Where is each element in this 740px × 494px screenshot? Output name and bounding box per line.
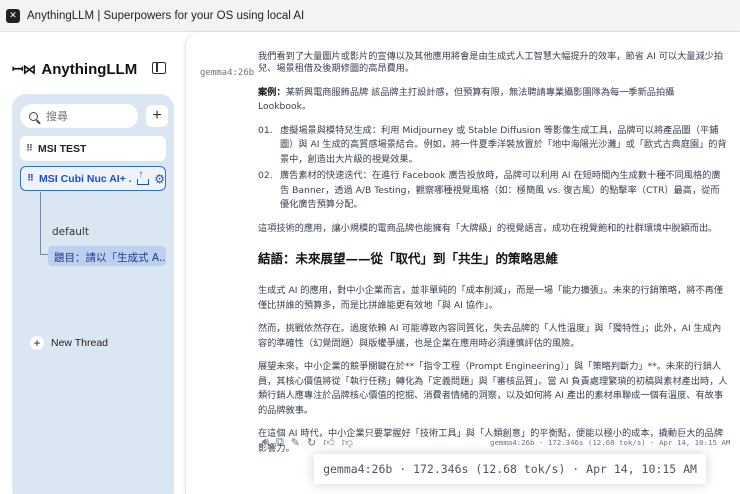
message-paragraph: 這項技術的應用，讓小規模的電商品牌也能擁有「大牌級」的視覺語言，成功在視覺飽和的… [258,222,718,234]
list-item: 01. 虛擬場景與模特兒生成：利用 Midjourney 或 Stable Di… [258,124,728,168]
search-field[interactable] [20,104,138,128]
thread-item-default[interactable]: default [52,226,89,238]
new-thread-label: New Thread [51,337,109,349]
new-thread-button[interactable]: + New Thread [30,336,108,350]
list-number: 02. [258,170,273,181]
chat-area: gemma4:26b 我們看到了大量圖片或影片的宣傳以及其他應用將會是由生成式人… [185,32,740,494]
search-row: + [20,104,168,128]
app-icon: ✕ [6,8,20,23]
case-label: 案例： [258,86,286,98]
thumbs-down-icon[interactable]: 👎︎ [342,436,353,449]
drag-handle-icon[interactable]: ⠿ [26,143,33,154]
workspace-item-msi-cubi[interactable]: ⠿ MSI Cubi Nuc AI+ ... ⚙ [20,166,166,191]
anythingllm-logo-icon: ꟷ⋈ [12,61,36,77]
window-titlebar: ✕ AnythingLLM | Superpowers for your OS … [0,0,740,32]
list-text: 廣告素材的快速迭代：在進行 Facebook 廣告投放時，品牌可以利用 AI 在… [280,170,721,210]
brand-name: AnythingLLM [41,61,138,78]
list-text: 虛擬場景與模特兒生成：利用 Midjourney 或 Stable Diffus… [280,124,727,165]
thread-tree-branch [40,254,48,255]
message-actions: 🔊︎ ⧉ ✎ ↻ 👍︎ 👎︎ [262,436,360,449]
message-partial-line: 我們看到了大量圖片或影片的宣傳以及其他應用將會是由生成式人工智慧大幅提升的效率，… [258,51,724,62]
upload-icon[interactable] [136,169,150,185]
list-number: 01. [258,124,273,136]
workspace-label: MSI Cubi Nuc AI+ ... [39,172,133,185]
brand: ꟷ⋈ AnythingLLM [12,60,137,79]
edit-icon[interactable]: ✎ [291,436,300,449]
thread-tree-line [40,192,41,254]
workspace-label: MSI TEST [38,142,87,155]
search-input[interactable] [46,109,126,123]
message-heading: 結語：未來展望——從「取代」到「共生」的策略思維 [258,251,559,266]
add-workspace-button[interactable]: + [146,105,168,127]
case-text: 某新興電商服飾品牌 該品牌主打設計感，但預算有限，無法聘請專業攝影團隊為每一季新… [258,86,675,113]
drag-handle-icon[interactable]: ⠿ [27,173,34,184]
speaker-icon[interactable]: 🔊︎ [262,436,269,449]
copy-icon[interactable]: ⧉ [276,436,284,449]
refresh-icon[interactable]: ↻ [307,436,316,449]
meta-tooltip: gemma4:26b · 172.346s (12.68 tok/s) · Ap… [314,454,706,484]
plus-icon: + [30,336,44,350]
workspace-item-msi-test[interactable]: ⠿ MSI TEST [20,136,166,161]
sidebar-toggle-icon[interactable] [152,62,166,74]
message-partial-line2: 兒、場景租借及後期修圖的高昂費用。 [258,63,415,74]
thread-item-selected[interactable]: 題目：請以「生成式 A... [48,246,166,266]
search-icon [29,111,38,121]
list-item: 02. 廣告素材的快速迭代：在進行 Facebook 廣告投放時，品牌可以利用 … [258,169,728,213]
sidebar: ꟷ⋈ AnythingLLM + ⠿ MSI TEST ⠿ MSI Cubi N… [0,32,185,494]
assistant-message: 我們看到了大量圖片或影片的宣傳以及其他應用將會是由生成式人工智慧大幅提升的效率，… [258,50,728,465]
case-paragraph: 案例：某新興電商服飾品牌 該品牌主打設計感，但預算有限，無法聘請專業攝影團隊為每… [258,86,728,115]
message-paragraph: 然而，挑戰依然存在。過度依賴 AI 可能導致內容同質化，失去品牌的「人性溫度」與… [258,323,722,349]
gear-icon[interactable]: ⚙ [154,172,165,186]
thumbs-up-icon[interactable]: 👍︎ [323,436,335,449]
message-paragraph: 生成式 AI 的應用，對中小企業而言，並非單純的「成本削減」，而是一場「能力擴張… [258,285,724,311]
message-meta: gemma4:26b · 172.346s (12.68 tok/s) · Ap… [490,438,731,447]
model-tag: gemma4:26b [200,68,255,78]
window-title: AnythingLLM | Superpowers for your OS us… [27,9,305,22]
message-list: 01. 虛擬場景與模特兒生成：利用 Midjourney 或 Stable Di… [258,124,728,213]
message-paragraph: 展望未來，中小企業的競爭關鍵在於**「指令工程（Prompt Engineeri… [258,361,728,416]
workspace-panel: + ⠿ MSI TEST ⠿ MSI Cubi Nuc AI+ ... ⚙ de… [12,94,174,494]
